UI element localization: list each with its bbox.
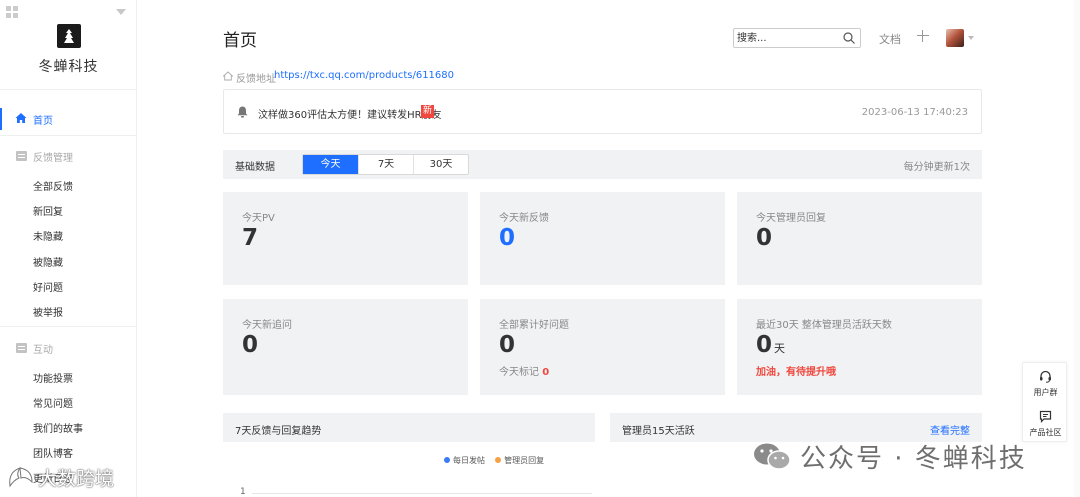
product-switch-caret-icon[interactable] — [116, 9, 126, 15]
docs-link[interactable]: 文档 — [879, 31, 901, 47]
avatar[interactable] — [946, 29, 964, 47]
plus-icon[interactable] — [917, 30, 929, 42]
sidebar-item-reported[interactable]: 被举报 — [33, 304, 63, 319]
range-tabs: 今天 7天 30天 — [302, 154, 469, 175]
user-group-label: 用户群 — [1033, 388, 1058, 397]
search-input[interactable] — [737, 31, 837, 45]
stat-card-admin-active-days: 最近30天 整体管理员活跃天数 0天 加油，有待提升哦 — [737, 299, 982, 395]
divider — [0, 135, 136, 136]
sidebar-item-team-blog[interactable]: 团队博客 — [33, 445, 73, 460]
active-indicator — [0, 108, 2, 130]
stat-warning: 加油，有待提升哦 — [756, 367, 836, 378]
sidebar: 冬蝉科技 首页 反馈管理 全部反馈 新回复 未隐藏 被隐藏 好问题 被举报 互动… — [0, 0, 137, 497]
divider — [0, 89, 136, 90]
chat-icon — [1039, 410, 1052, 423]
legend-label-replies[interactable]: 管理员回复 — [504, 456, 544, 465]
avatar-caret-icon[interactable] — [968, 36, 974, 40]
trend-panel-header: 7天反馈与回复趋势 — [223, 413, 595, 442]
stat-card-good-questions: 全部累计好问题 0 今天标记 0 — [480, 299, 725, 395]
sidebar-item-faq[interactable]: 常见问题 — [33, 395, 73, 410]
page-title: 首页 — [223, 31, 257, 51]
admin-panel-title: 管理员15天活跃 — [622, 426, 695, 437]
search-icon[interactable] — [843, 32, 855, 44]
tab-today[interactable]: 今天 — [303, 155, 359, 174]
sidebar-top-bar — [6, 6, 136, 20]
sidebar-item-new-replies[interactable]: 新回复 — [33, 203, 63, 218]
stat-card-admin-replies: 今天管理员回复 0 — [737, 192, 982, 285]
message-icon — [16, 151, 27, 161]
home-outline-icon — [223, 71, 233, 81]
stat-value: 0 — [242, 332, 259, 358]
notice-banner[interactable]: 汶样做360评估太方便！建议转发HR朋友 新 2023-06-13 17:40:… — [223, 89, 982, 134]
stat-label: 今天新追问 — [242, 320, 292, 331]
wechat-watermark-text: 公众号 · 冬蝉科技 — [800, 444, 1027, 474]
stat-label: 今天新反馈 — [499, 213, 549, 224]
stat-card-today-pv: 今天PV 7 — [223, 192, 468, 285]
watermark-logo-icon — [9, 467, 33, 488]
sidebar-item-our-story[interactable]: 我们的故事 — [33, 420, 83, 435]
legend-dot-replies — [495, 457, 502, 463]
stat-sub-label: 今天标记 — [499, 367, 539, 378]
app-grid-icon[interactable] — [6, 6, 18, 18]
notice-timestamp: 2023-06-13 17:40:23 — [861, 107, 968, 118]
stat-value: 7 — [242, 225, 259, 251]
chart-gridline — [252, 493, 592, 494]
stat-unit: 天 — [774, 342, 786, 355]
trend-panel-title: 7天反馈与回复趋势 — [235, 426, 322, 437]
stat-card-new-followups: 今天新追问 0 — [223, 299, 468, 395]
sidebar-section-label: 反馈管理 — [33, 153, 73, 164]
basic-data-title: 基础数据 — [235, 162, 275, 173]
stat-card-new-feedback: 今天新反馈 0 — [480, 192, 725, 285]
community-button[interactable]: 产品社区 — [1023, 405, 1068, 443]
stat-label: 今天PV — [242, 213, 275, 224]
stat-sub: 今天标记 0 — [499, 363, 549, 378]
sidebar-item-feature-voting[interactable]: 功能投票 — [33, 370, 73, 385]
corner-watermark-text: 大数跨境 — [38, 468, 115, 490]
community-label: 产品社区 — [1029, 428, 1062, 437]
stat-value: 0 — [499, 332, 516, 358]
brand-name: 冬蝉科技 — [38, 59, 99, 75]
notice-text: 汶样做360评估太方便！建议转发HR朋友 — [258, 110, 442, 121]
stat-sub-value: 0 — [542, 367, 550, 378]
user-group-button[interactable]: 用户群 — [1023, 365, 1068, 403]
stat-value-number: 0 — [756, 332, 773, 358]
stat-label: 最近30天 整体管理员活跃天数 — [756, 320, 892, 331]
y-axis-tick: 1 — [240, 487, 246, 497]
wechat-icon — [754, 443, 791, 470]
divider — [0, 326, 136, 327]
new-badge: 新 — [421, 105, 435, 118]
update-note: 每分钟更新1次 — [903, 162, 970, 173]
sidebar-item-not-hidden[interactable]: 未隐藏 — [33, 228, 63, 243]
sidebar-section-label: 互动 — [33, 345, 53, 356]
chart-legend: 每日发帖 管理员回复 — [444, 455, 544, 466]
sidebar-item-all-feedback[interactable]: 全部反馈 — [33, 178, 73, 193]
brand-logo — [57, 24, 81, 48]
tab-30-days[interactable]: 30天 — [414, 155, 468, 174]
sidebar-item-good-questions[interactable]: 好问题 — [33, 279, 63, 294]
interaction-icon — [16, 343, 27, 353]
headset-icon — [1040, 370, 1051, 383]
home-icon — [15, 113, 27, 123]
sidebar-item-label: 首页 — [33, 116, 53, 127]
stat-value[interactable]: 0 — [499, 225, 515, 251]
floating-tools: 用户群 产品社区 — [1022, 362, 1067, 442]
stat-label: 今天管理员回复 — [756, 213, 826, 224]
stat-value: 0天 — [756, 332, 785, 358]
feedback-address-label: 反馈地址 — [236, 74, 276, 85]
stat-value: 0 — [756, 225, 773, 251]
tab-7-days[interactable]: 7天 — [359, 155, 414, 174]
scrollbar[interactable] — [1074, 0, 1080, 497]
sidebar-item-hidden[interactable]: 被隐藏 — [33, 254, 63, 269]
sidebar-item-home[interactable]: 首页 — [0, 108, 136, 130]
basic-data-bar: 基础数据 今天 7天 30天 每分钟更新1次 — [223, 150, 982, 179]
legend-label-posts[interactable]: 每日发帖 — [453, 456, 485, 465]
bell-icon — [237, 106, 248, 118]
search-box[interactable] — [733, 28, 861, 48]
stat-label: 全部累计好问题 — [499, 320, 569, 331]
feedback-address-link[interactable]: https://txc.qq.com/products/611680 — [274, 70, 454, 81]
legend-dot-posts — [444, 457, 450, 463]
view-full-link[interactable]: 查看完整 — [930, 422, 970, 437]
